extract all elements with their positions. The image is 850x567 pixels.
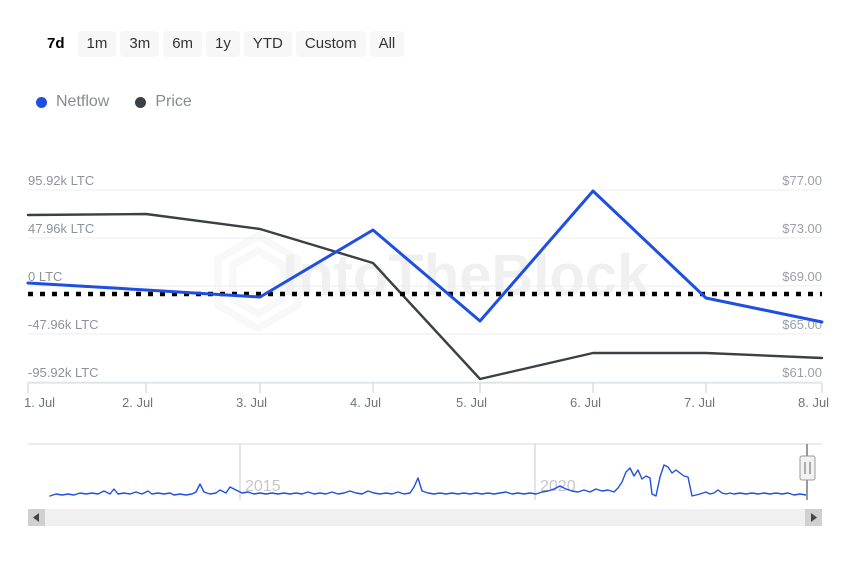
x-axis-tick-label: 7. Jul xyxy=(684,395,715,410)
legend-label-price: Price xyxy=(155,94,191,110)
scroll-right-arrow-icon[interactable] xyxy=(805,509,822,526)
y-axis-left-tick-label: -47.96k LTC xyxy=(28,317,99,332)
range-button-ytd[interactable]: YTD xyxy=(244,31,292,57)
legend-dot-icon xyxy=(135,97,146,108)
range-button-3m[interactable]: 3m xyxy=(120,31,159,57)
x-axis-tick-label: 1. Jul xyxy=(24,395,55,410)
range-button-1y[interactable]: 1y xyxy=(206,31,240,57)
y-axis-right-tick-label: $69.00 xyxy=(782,269,822,284)
y-axis-left-tick-label: -95.92k LTC xyxy=(28,365,99,380)
legend-dot-icon xyxy=(36,97,47,108)
range-button-1m[interactable]: 1m xyxy=(78,31,117,57)
x-axis-tick-label: 8. Jul xyxy=(798,395,829,410)
x-axis-tick-label: 2. Jul xyxy=(122,395,153,410)
x-axis-tick-label: 3. Jul xyxy=(236,395,267,410)
chart-navigator[interactable]: 2015 2020 xyxy=(0,432,850,512)
range-handle-icon[interactable] xyxy=(800,444,815,500)
main-chart[interactable]: IntoTheBlock 95.92k LTC 47.96k LTC 0 LTC… xyxy=(0,150,850,415)
y-axis-left-tick-label: 0 LTC xyxy=(28,269,62,284)
legend-label-netflow: Netflow xyxy=(56,94,109,110)
navigator-canvas[interactable]: 2015 2020 xyxy=(0,432,850,512)
range-button-6m[interactable]: 6m xyxy=(163,31,202,57)
y-axis-right-tick-label: $61.00 xyxy=(782,365,822,380)
x-axis-tick-label: 4. Jul xyxy=(350,395,381,410)
x-axis-tick-label: 6. Jul xyxy=(570,395,601,410)
y-axis-right-tick-label: $73.00 xyxy=(782,221,822,236)
y-axis-left-tick-label: 47.96k LTC xyxy=(28,221,94,236)
range-selector: 7d 1m 3m 6m 1y YTD Custom All xyxy=(38,31,404,57)
range-button-custom[interactable]: Custom xyxy=(296,31,366,57)
range-button-7d[interactable]: 7d xyxy=(38,31,74,57)
scroll-left-arrow-icon[interactable] xyxy=(28,509,45,526)
horizontal-scrollbar[interactable] xyxy=(28,509,822,526)
y-axis-right-tick-label: $77.00 xyxy=(782,173,822,188)
x-axis-tick-label: 5. Jul xyxy=(456,395,487,410)
navigator-sparkline xyxy=(50,465,806,496)
y-axis-left-tick-label: 95.92k LTC xyxy=(28,173,94,188)
chart-legend: Netflow Price xyxy=(36,94,192,110)
range-button-all[interactable]: All xyxy=(370,31,405,57)
legend-item-price[interactable]: Price xyxy=(135,94,191,110)
legend-item-netflow[interactable]: Netflow xyxy=(36,94,109,110)
scrollbar-track[interactable] xyxy=(45,509,805,526)
chart-canvas[interactable]: IntoTheBlock 95.92k LTC 47.96k LTC 0 LTC… xyxy=(0,150,850,415)
